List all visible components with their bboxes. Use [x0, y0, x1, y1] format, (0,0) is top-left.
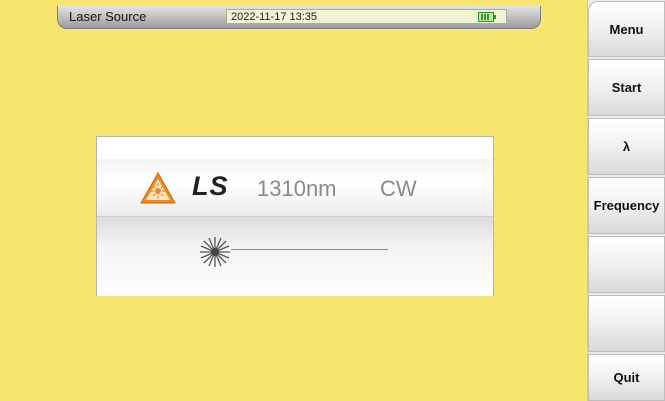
datetime: 2022-11-17 13:35: [231, 11, 318, 23]
menu-button[interactable]: Menu: [588, 1, 665, 57]
wavelength-button[interactable]: λ: [588, 118, 665, 175]
empty-softkey-1[interactable]: [588, 236, 665, 293]
panel-header: [97, 137, 493, 160]
emission-row: [97, 217, 493, 296]
start-button[interactable]: Start: [588, 59, 665, 116]
mode-value: CW: [380, 176, 417, 201]
wavelength-value: 1310nm: [257, 176, 337, 201]
source-label: LS: [192, 171, 229, 201]
laser-beam-icon: [200, 237, 230, 267]
app-title: Laser Source: [69, 9, 147, 24]
laser-warning-icon: [140, 172, 176, 204]
quit-button[interactable]: Quit: [588, 354, 665, 401]
battery-icon: [478, 12, 496, 22]
beam-line: [231, 249, 388, 250]
frequency-button[interactable]: Frequency: [588, 177, 665, 234]
empty-softkey-2[interactable]: [588, 295, 665, 352]
laser-status-row: LS 1310nm CW: [97, 159, 493, 217]
softkey-sidebar: Menu Start λ Frequency Quit: [587, 0, 665, 401]
status-bar: Laser Source 2022-11-17 13:35: [57, 6, 541, 29]
datetime-box: 2022-11-17 13:35: [226, 9, 507, 24]
laser-source-panel: LS 1310nm CW: [96, 136, 494, 296]
